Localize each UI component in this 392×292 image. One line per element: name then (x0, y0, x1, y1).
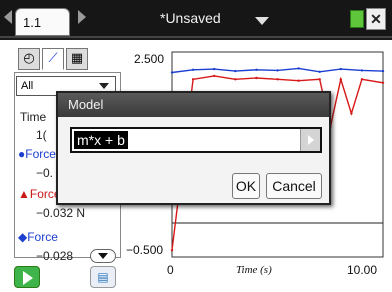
y-min-label: −0.500 (126, 243, 164, 257)
model-input[interactable]: m*x + b (70, 127, 322, 153)
series-point (213, 74, 216, 78)
series-point (213, 67, 216, 71)
series-point (297, 67, 300, 70)
series-point (234, 69, 237, 73)
series-point (191, 78, 195, 81)
model-dialog: Model m*x + b OK Cancel (56, 91, 331, 205)
series-point (276, 69, 279, 72)
x-max-label: 10.00 (347, 263, 378, 277)
dialog-title: Model (58, 93, 329, 117)
series-point (170, 71, 174, 74)
series-point (381, 81, 385, 85)
series-point (297, 79, 300, 82)
x-axis-title: Time (s) (236, 264, 272, 276)
series-point (318, 78, 321, 81)
series-point (339, 78, 342, 81)
ok-button[interactable]: OK (232, 173, 260, 199)
cancel-button[interactable]: Cancel (266, 173, 322, 199)
x-min-label: 0 (167, 263, 174, 277)
series-point (350, 112, 353, 115)
series-point (381, 69, 385, 73)
model-input-value[interactable]: m*x + b (74, 131, 128, 149)
series-point (234, 78, 237, 81)
series-point (255, 68, 258, 72)
series-point (170, 249, 174, 252)
series-point (276, 78, 279, 81)
series-point (339, 67, 342, 71)
series-point (255, 76, 258, 80)
series-point (318, 70, 321, 74)
series-point (360, 69, 364, 72)
series-point (191, 68, 195, 72)
series-point (360, 78, 364, 81)
chevron-right-icon[interactable] (300, 129, 320, 151)
y-max-label: 2.500 (134, 52, 165, 66)
